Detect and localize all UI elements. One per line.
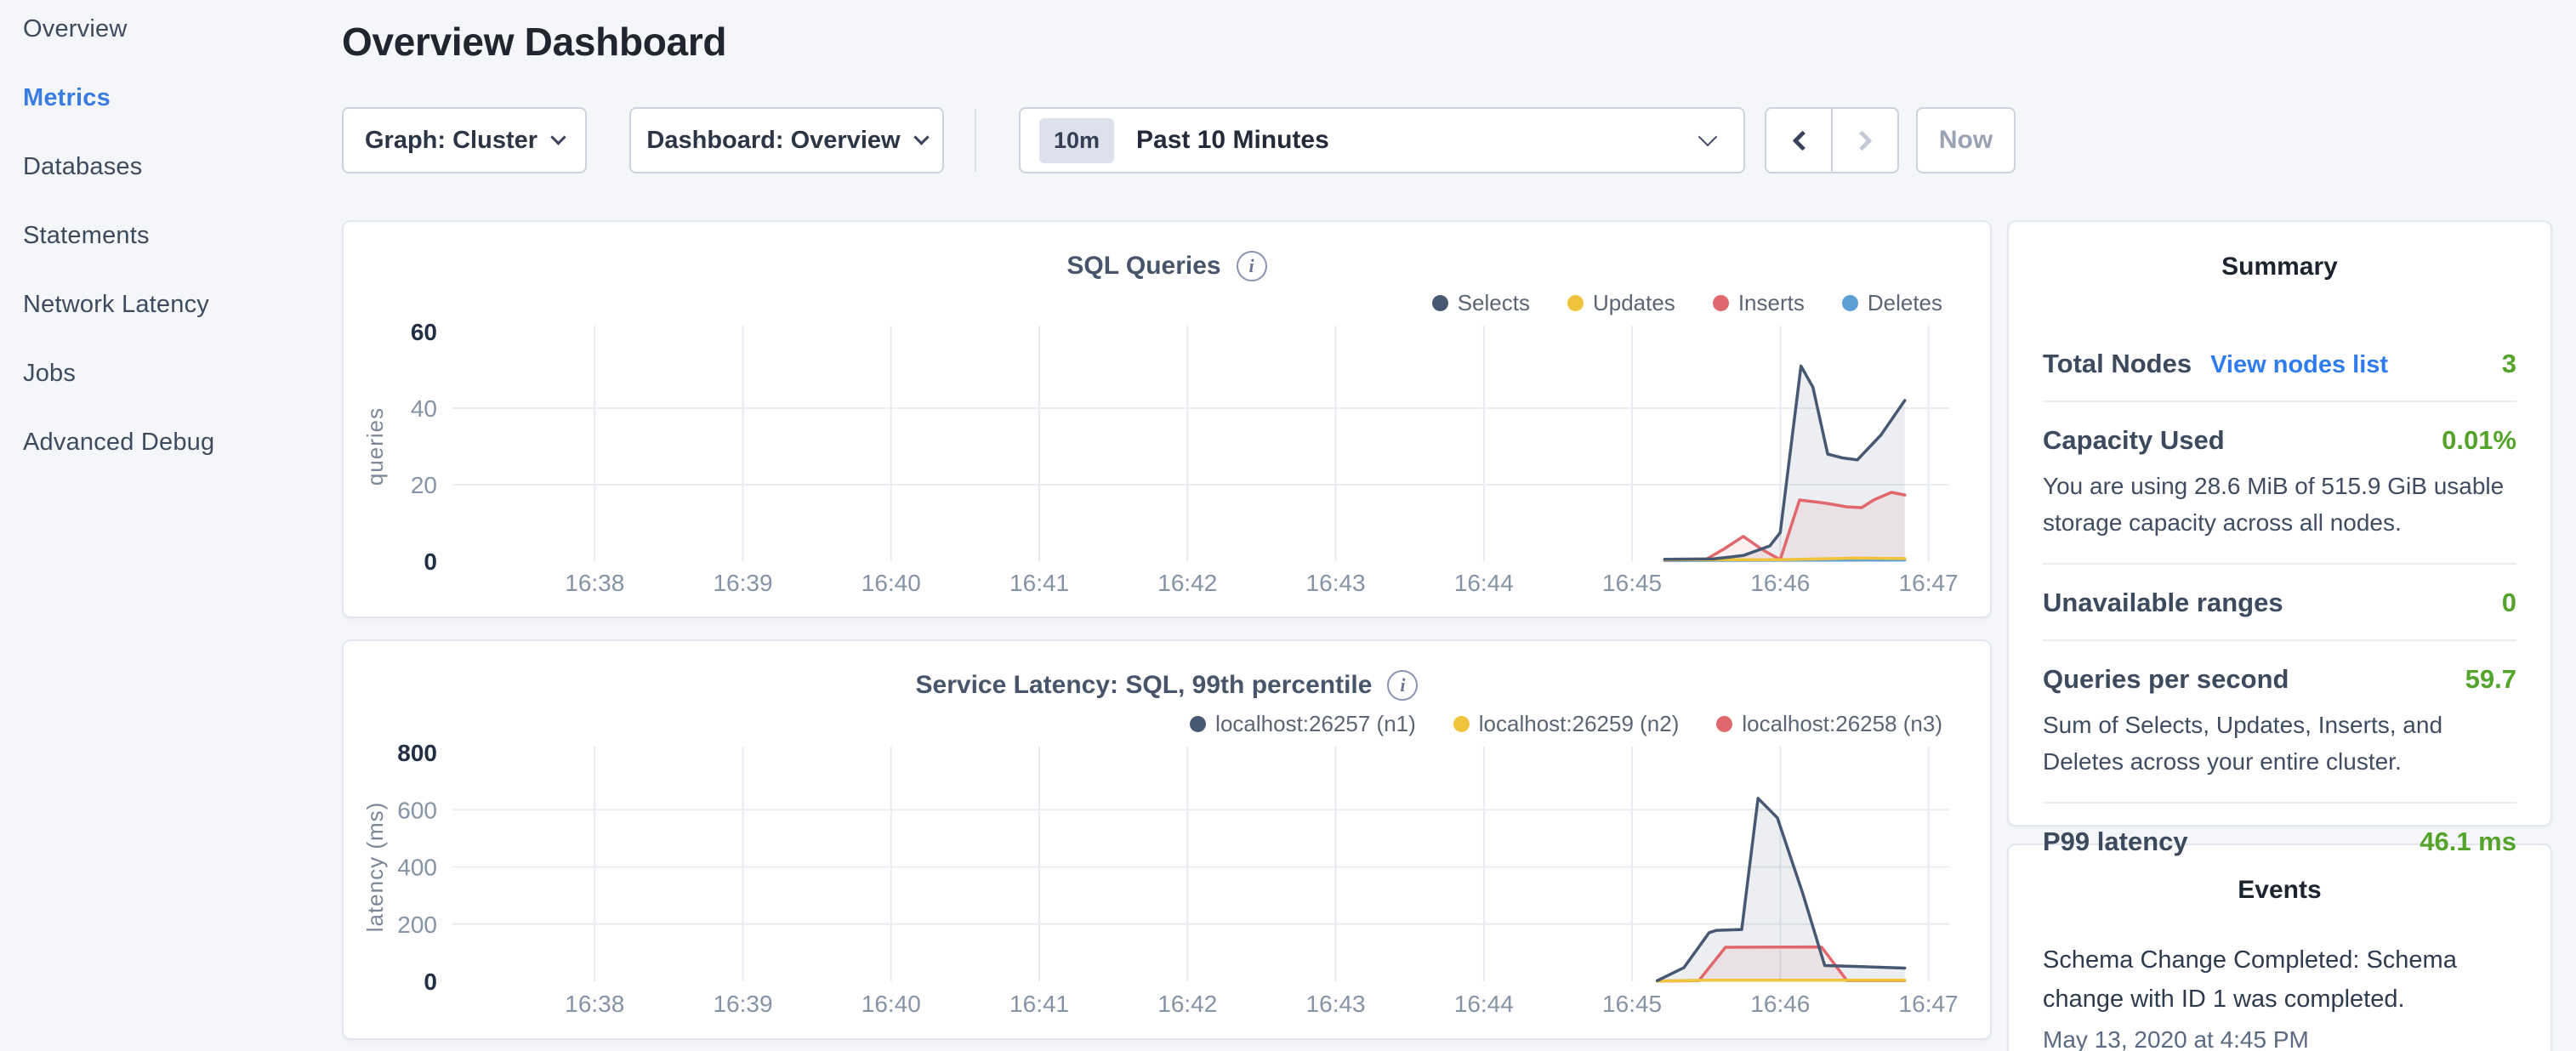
events-panel: Events Schema Change Completed: Schema c… <box>2007 844 2552 1051</box>
summary-row-unavailable-ranges: Unavailable ranges 0 <box>2043 563 2516 639</box>
svg-text:16:47: 16:47 <box>1899 991 1959 1017</box>
svg-text:60: 60 <box>411 319 437 345</box>
summary-row-value: 3 <box>2502 349 2516 379</box>
right-sidebar: Summary Total Nodes View nodes list 3 Ca… <box>2007 220 2552 1051</box>
chevron-down-icon <box>1698 128 1718 147</box>
svg-text:16:39: 16:39 <box>713 991 772 1017</box>
controls-divider <box>975 109 976 172</box>
sidebar-item-statements[interactable]: Statements <box>23 220 214 251</box>
svg-text:0: 0 <box>424 548 437 575</box>
graph-source-select-label: Graph: Cluster <box>365 127 537 155</box>
summary-row-subtext: Sum of Selects, Updates, Inserts, and De… <box>2043 707 2516 781</box>
sidebar-item-jobs[interactable]: Jobs <box>23 358 214 389</box>
svg-text:16:40: 16:40 <box>862 570 921 596</box>
summary-row-value: 0 <box>2502 588 2516 618</box>
svg-text:200: 200 <box>397 912 437 938</box>
view-nodes-list-link[interactable]: View nodes list <box>2210 351 2388 379</box>
sidebar-item-network-latency[interactable]: Network Latency <box>23 289 214 320</box>
svg-text:16:40: 16:40 <box>862 991 921 1017</box>
summary-row-value: 0.01% <box>2442 425 2516 456</box>
svg-text:16:47: 16:47 <box>1899 570 1959 596</box>
controls-bar: Graph: Cluster Dashboard: Overview 10m P… <box>342 107 2022 173</box>
svg-text:16:44: 16:44 <box>1454 570 1514 596</box>
summary-row-label: Unavailable ranges <box>2043 588 2283 618</box>
svg-text:16:44: 16:44 <box>1454 991 1514 1017</box>
svg-text:16:46: 16:46 <box>1750 570 1810 596</box>
time-range-label: Past 10 Minutes <box>1136 126 1701 155</box>
summary-row-queries-per-second: Queries per second 59.7 Sum of Selects, … <box>2043 639 2516 802</box>
svg-text:0: 0 <box>424 969 437 995</box>
svg-text:16:41: 16:41 <box>1009 991 1069 1017</box>
event-time: May 13, 2020 at 4:45 PM <box>2043 1026 2516 1051</box>
summary-row-label: Capacity Used <box>2043 425 2225 456</box>
svg-text:16:46: 16:46 <box>1750 991 1810 1017</box>
svg-text:16:43: 16:43 <box>1306 570 1366 596</box>
svg-text:600: 600 <box>397 797 437 823</box>
dashboard-select[interactable]: Dashboard: Overview <box>629 107 944 173</box>
chevron-down-icon <box>913 129 929 145</box>
service-latency-chart-card: Service Latency: SQL, 99th percentile i … <box>342 639 1992 1040</box>
svg-text:16:45: 16:45 <box>1602 991 1662 1017</box>
svg-text:800: 800 <box>397 740 437 766</box>
svg-text:16:38: 16:38 <box>565 570 624 596</box>
event-item[interactable]: Schema Change Completed: Schema change w… <box>2043 940 2516 1051</box>
sql-queries-chart-card: SQL Queries i SelectsUpdatesInsertsDelet… <box>342 220 1992 618</box>
sidebar-item-overview[interactable]: Overview <box>23 14 214 44</box>
svg-text:16:45: 16:45 <box>1602 570 1662 596</box>
svg-text:400: 400 <box>397 855 437 881</box>
events-title: Events <box>2043 876 2516 905</box>
svg-text:latency (ms): latency (ms) <box>362 802 388 933</box>
time-range-picker[interactable]: 10m Past 10 Minutes <box>1019 107 1745 173</box>
chart-plot[interactable]: 0 200 400 600 800 16:38 16:39 16:40 16:41 16:42 16… <box>344 641 1993 1038</box>
summary-row-value: 59.7 <box>2465 664 2516 695</box>
dashboard-select-label: Dashboard: Overview <box>646 127 900 155</box>
graph-source-select[interactable]: Graph: Cluster <box>342 107 587 173</box>
main-content: Overview Dashboard Graph: Cluster Dashbo… <box>342 0 1992 1051</box>
summary-row-label: Total Nodes <box>2043 349 2192 379</box>
time-range-pager <box>1765 107 1899 173</box>
svg-text:16:42: 16:42 <box>1157 991 1217 1017</box>
time-range-badge: 10m <box>1039 118 1114 163</box>
metrics-page: Overview Metrics Databases Statements Ne… <box>0 0 2576 1051</box>
chevron-down-icon <box>550 129 566 145</box>
summary-row-subtext: You are using 28.6 MiB of 515.9 GiB usab… <box>2043 468 2516 542</box>
summary-title: Summary <box>2043 253 2516 281</box>
next-range-button[interactable] <box>1833 109 1897 172</box>
sidebar-item-metrics[interactable]: Metrics <box>23 82 214 113</box>
summary-row-total-nodes: Total Nodes View nodes list 3 <box>2043 326 2516 401</box>
summary-row-capacity-used: Capacity Used 0.01% You are using 28.6 M… <box>2043 401 2516 563</box>
chevron-left-icon <box>1792 130 1812 151</box>
summary-row-value: 46.1 ms <box>2420 827 2516 857</box>
svg-text:16:38: 16:38 <box>565 991 624 1017</box>
svg-text:16:43: 16:43 <box>1306 991 1366 1017</box>
page-title: Overview Dashboard <box>342 19 1992 65</box>
svg-text:queries: queries <box>362 407 388 486</box>
summary-row-label: Queries per second <box>2043 664 2289 695</box>
svg-text:16:42: 16:42 <box>1157 570 1217 596</box>
event-text: Schema Change Completed: Schema change w… <box>2043 940 2516 1020</box>
svg-text:16:39: 16:39 <box>713 570 772 596</box>
chevron-right-icon <box>1851 130 1872 151</box>
summary-rows: Total Nodes View nodes list 3 Capacity U… <box>2043 326 2516 878</box>
prev-range-button[interactable] <box>1766 109 1833 172</box>
sidebar: Overview Metrics Databases Statements Ne… <box>23 14 214 457</box>
summary-panel: Summary Total Nodes View nodes list 3 Ca… <box>2007 220 2552 827</box>
chart-plot[interactable]: 0 20 40 60 16:38 16:39 16:40 16:41 16:42 16:43 16:… <box>344 222 1993 616</box>
svg-text:16:41: 16:41 <box>1009 570 1069 596</box>
summary-row-label: P99 latency <box>2043 827 2188 857</box>
svg-text:20: 20 <box>411 472 437 498</box>
sidebar-item-databases[interactable]: Databases <box>23 151 214 182</box>
now-button[interactable]: Now <box>1916 107 2016 173</box>
sidebar-item-advanced-debug[interactable]: Advanced Debug <box>23 427 214 457</box>
svg-text:40: 40 <box>411 395 437 422</box>
